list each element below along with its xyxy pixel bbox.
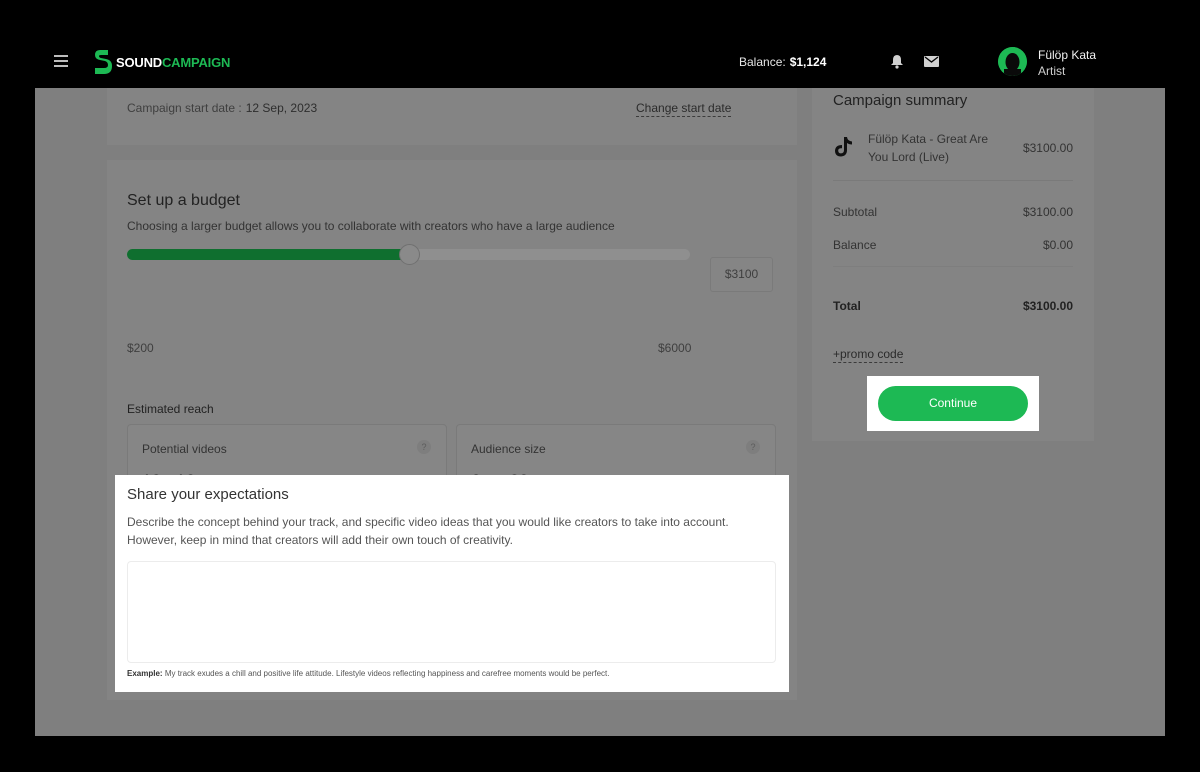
continue-highlight: Continue bbox=[867, 376, 1039, 431]
promo-code-link[interactable]: +promo code bbox=[833, 347, 904, 363]
help-icon[interactable]: ? bbox=[417, 440, 431, 454]
audience-size-label: Audience size bbox=[471, 442, 546, 456]
campaign-start-date: Campaign start date :12 Sep, 2023 bbox=[127, 101, 317, 115]
example-label: Example: bbox=[127, 669, 163, 678]
expectations-textarea[interactable] bbox=[127, 561, 776, 663]
logo-text-campaign: CAMPAIGN bbox=[161, 54, 231, 70]
logo-text: SOUNDCAMPAIGN bbox=[116, 55, 230, 70]
avatar-image bbox=[998, 47, 1027, 76]
total-value: $3100.00 bbox=[1022, 299, 1073, 313]
divider bbox=[833, 180, 1073, 181]
continue-button[interactable]: Continue bbox=[878, 386, 1028, 421]
logo-text-sound: SOUND bbox=[116, 54, 162, 70]
budget-slider[interactable] bbox=[127, 244, 690, 265]
budget-title: Set up a budget bbox=[127, 192, 240, 209]
logo-icon bbox=[95, 50, 112, 74]
help-icon[interactable]: ? bbox=[746, 440, 760, 454]
budget-min-label: $200 bbox=[127, 341, 154, 355]
divider bbox=[833, 266, 1073, 267]
budget-slider-fill bbox=[127, 249, 409, 260]
potential-videos-label: Potential videos bbox=[142, 442, 227, 456]
main-content: Campaign start date :12 Sep, 2023 Change… bbox=[35, 88, 1165, 736]
header-balance: Balance: $1,124 bbox=[739, 55, 826, 69]
campaign-date-card: Campaign start date :12 Sep, 2023 Change… bbox=[107, 88, 797, 145]
menu-icon[interactable] bbox=[54, 55, 68, 67]
budget-max-label: $6000 bbox=[658, 341, 692, 355]
top-navigation-bar: SOUNDCAMPAIGN Balance: $1,124 Fülöp Kata … bbox=[35, 35, 1165, 88]
summary-track-name: Fülöp Kata - Great Are You Lord (Live) bbox=[868, 132, 989, 164]
bell-icon[interactable] bbox=[890, 54, 904, 69]
subtotal-value: $3100.00 bbox=[1022, 205, 1073, 219]
mail-icon[interactable] bbox=[924, 56, 939, 67]
total-label: Total bbox=[833, 299, 861, 313]
user-name[interactable]: Fülöp Kata bbox=[1038, 48, 1096, 62]
budget-amount-input[interactable]: $3100 bbox=[710, 257, 773, 292]
change-start-date-link[interactable]: Change start date bbox=[636, 101, 732, 117]
summary-title: Campaign summary bbox=[833, 92, 968, 109]
user-role: Artist bbox=[1038, 64, 1066, 78]
example-text: My track exudes a chill and positive lif… bbox=[164, 669, 610, 678]
balance-value: $1,124 bbox=[789, 55, 827, 69]
summary-track-price: $3100.00 bbox=[1022, 141, 1073, 155]
expectations-title: Share your expectations bbox=[127, 486, 289, 503]
tiktok-icon bbox=[835, 137, 852, 157]
estimated-reach-label: Estimated reach bbox=[127, 402, 214, 416]
logo[interactable]: SOUNDCAMPAIGN bbox=[94, 48, 230, 76]
campaign-start-date-label: Campaign start date : bbox=[127, 101, 242, 115]
budget-subtitle: Choosing a larger budget allows you to c… bbox=[127, 219, 615, 233]
budget-slider-handle[interactable] bbox=[398, 244, 420, 265]
avatar[interactable] bbox=[998, 47, 1027, 76]
subtotal-label: Subtotal bbox=[833, 205, 878, 219]
balance-row-label: Balance bbox=[833, 238, 877, 252]
expectations-description: Describe the concept behind your track, … bbox=[127, 515, 729, 547]
campaign-start-date-value: 12 Sep, 2023 bbox=[245, 101, 318, 115]
balance-row-value: $0.00 bbox=[1042, 238, 1073, 252]
expectations-example: Example: My track exudes a chill and pos… bbox=[127, 669, 610, 678]
balance-label: Balance: bbox=[739, 55, 786, 69]
expectations-card: Share your expectations Describe the con… bbox=[115, 475, 789, 692]
